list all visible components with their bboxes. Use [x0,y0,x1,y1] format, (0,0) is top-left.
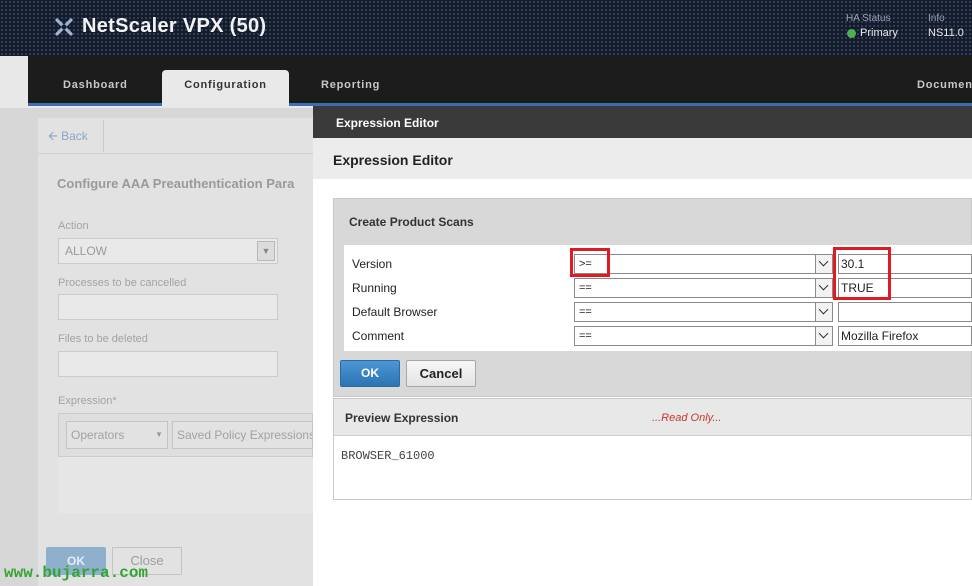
operator-value: == [579,282,592,294]
operator-select[interactable]: == [574,326,833,346]
scan-row-default-browser: Default Browser == [344,300,972,324]
processes-input[interactable] [58,294,278,320]
scan-row-comment: Comment == Mozilla Firefox [344,324,972,348]
chevron-down-icon [815,327,832,345]
value-input[interactable] [838,302,972,322]
action-label: Action [58,220,89,232]
row-label: Running [352,281,397,295]
chevron-down-icon: ▼ [257,241,275,261]
back-button[interactable]: 🡨 Back [38,120,104,152]
dialog-titlebar: Expression Editor [313,106,972,138]
tab-dashboard[interactable]: Dashboard [63,56,128,104]
processes-label: Processes to be cancelled [58,277,187,289]
info-value: NS11.0 [928,27,964,39]
tab-documentation[interactable]: Documen [917,56,972,104]
netscaler-logo-icon [55,18,73,36]
operator-select[interactable]: >= [574,254,833,274]
highlight-box [570,248,610,277]
info-label: Info [928,13,945,24]
chevron-down-icon [815,279,832,297]
chevron-down-icon [815,255,832,273]
action-select[interactable]: ALLOW ▼ [58,238,278,264]
chevron-down-icon [815,303,832,321]
watermark-text: www.bujarra.com [4,564,149,582]
top-header: NetScaler VPX (50) HA Status Primary Inf… [0,0,972,56]
highlight-box [833,247,891,300]
back-label: Back [61,129,88,143]
page-title: Configure AAA Preauthentication Para [57,176,295,191]
saved-policy-expressions-select[interactable]: Saved Policy Expressions [172,421,313,449]
ok-button[interactable]: OK [340,360,400,387]
row-label: Version [352,257,393,271]
section-heading: Create Product Scans [349,215,474,229]
preview-title: Preview Expression [345,411,459,425]
expression-textarea[interactable] [58,456,313,513]
operators-label: Operators [71,428,125,442]
expression-editor-dialog: Expression Editor Expression Editor Crea… [313,106,972,586]
chevron-down-icon: ▼ [155,430,163,439]
status-dot-icon [847,28,856,38]
tab-reporting[interactable]: Reporting [321,56,380,104]
main-nav: Dashboard Configuration Reporting Docume… [28,56,972,106]
arrow-left-icon: 🡨 [48,129,62,143]
ha-status-label: HA Status [846,13,891,24]
cancel-button[interactable]: Cancel [406,360,476,387]
dialog-header: Expression Editor [313,138,972,179]
row-label: Comment [352,329,405,343]
preview-expression-section: Preview Expression ...Read Only... BROWS… [333,398,972,500]
operator-value: == [579,306,592,318]
divider [38,153,313,154]
row-label: Default Browser [352,305,438,319]
ha-status-value: Primary [847,27,898,39]
operator-select[interactable]: == [574,302,833,322]
action-select-value: ALLOW [65,244,108,258]
files-input[interactable] [58,351,278,377]
expression-label: Expression* [58,395,117,407]
tab-configuration[interactable]: Configuration [162,70,289,106]
operator-select[interactable]: == [574,278,833,298]
app-title: NetScaler VPX (50) [82,15,267,37]
ha-status-text: Primary [860,27,898,39]
preview-expression-text: BROWSER_61000 [341,449,435,463]
operators-select[interactable]: Operators ▼ [66,421,168,449]
operator-value: == [579,330,592,342]
read-only-label: ...Read Only... [652,412,722,424]
value-input[interactable]: Mozilla Firefox [838,326,972,346]
preview-header: Preview Expression ...Read Only... [334,399,971,436]
files-label: Files to be deleted [58,333,148,345]
